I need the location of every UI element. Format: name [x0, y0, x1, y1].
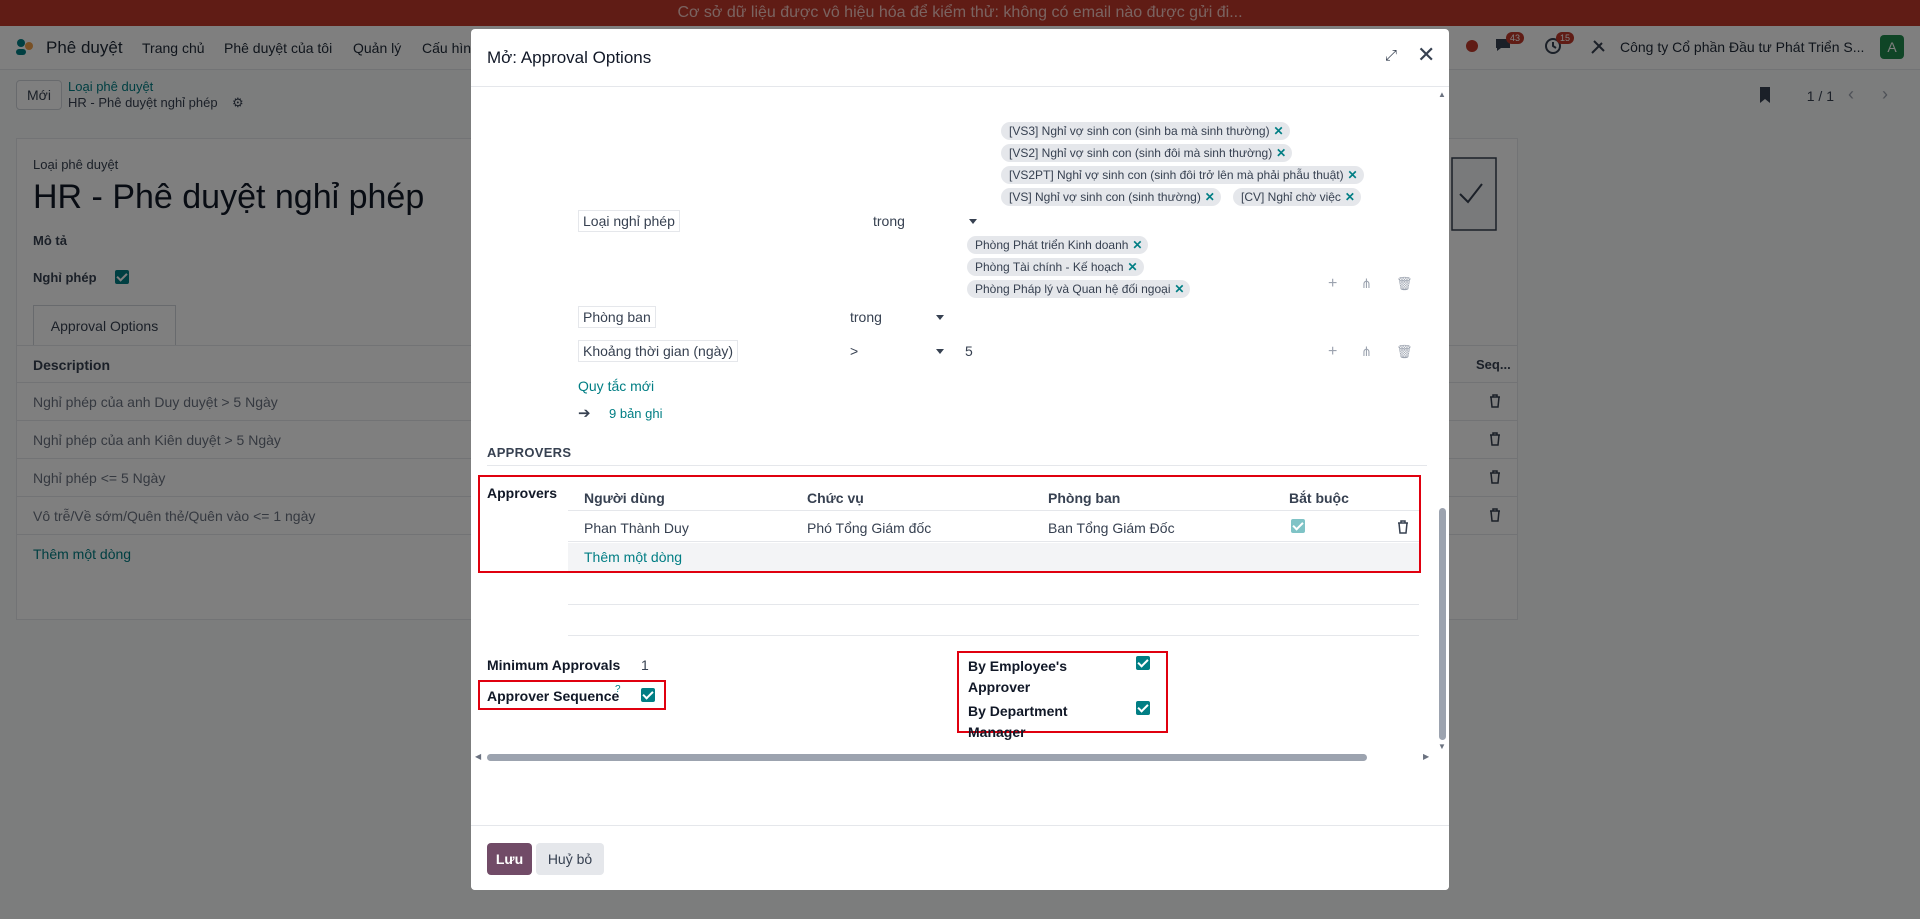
trash-icon[interactable] — [1397, 520, 1409, 534]
approvers-section-title: APPROVERS — [487, 445, 572, 460]
by-employee-approver-label: By Employee's Approver — [968, 656, 1067, 698]
remove-tag-icon[interactable]: ✕ — [1205, 188, 1215, 206]
dialog-body: [VS3] Nghỉ vợ sinh con (sinh ba mà sinh … — [471, 88, 1449, 851]
tag-label: [VS] Nghỉ vợ sinh con (sinh thường) — [1009, 190, 1201, 204]
new-rule-link[interactable]: Quy tắc mới — [578, 378, 654, 394]
vertical-scrollbar[interactable]: ▲ ▼ — [1438, 88, 1447, 778]
chevron-down-icon[interactable] — [969, 219, 977, 224]
tag-label: Phòng Pháp lý và Quan hệ đối ngoại — [975, 282, 1171, 296]
approver-position[interactable]: Phó Tổng Giám đốc — [807, 520, 931, 536]
tag-label: [VS2PT] Nghỉ vợ sinh con (sinh đôi trở l… — [1009, 168, 1344, 182]
trash-icon[interactable]: 🗑 — [1396, 344, 1413, 360]
remove-tag-icon[interactable]: ✕ — [1348, 166, 1358, 184]
arrow-right-icon: ➔ — [578, 405, 591, 422]
leave-type-tag[interactable]: [VS2] Nghỉ vợ sinh con (sinh đôi mà sinh… — [1001, 144, 1293, 162]
close-icon[interactable]: ✕ — [1417, 42, 1435, 68]
approver-sequence-checkbox[interactable] — [641, 688, 655, 702]
approvers-table-header: Người dùng Chức vụ Phòng ban Bắt buộc — [568, 479, 1419, 511]
rule-operator[interactable]: trong — [873, 213, 905, 229]
rule-field-leave-type[interactable]: Loại nghỉ phép — [578, 210, 680, 232]
leave-type-tag[interactable]: [VS2PT] Nghỉ vợ sinh con (sinh đôi trở l… — [1001, 166, 1364, 184]
remove-tag-icon[interactable]: ✕ — [1276, 144, 1286, 162]
scroll-down-icon[interactable]: ▼ — [1438, 742, 1446, 751]
scrollbar-thumb[interactable] — [487, 754, 1367, 761]
scrollbar-thumb[interactable] — [1439, 508, 1446, 740]
approvers-label: Approvers — [487, 485, 558, 501]
col-required[interactable]: Bắt buộc — [1289, 490, 1349, 506]
approver-department[interactable]: Ban Tổng Giám Đốc — [1048, 520, 1175, 536]
min-approvals-label: Minimum Approvals — [487, 657, 621, 673]
by-employee-approver-checkbox[interactable] — [1136, 656, 1150, 670]
add-line-link[interactable]: Thêm một dòng — [584, 549, 682, 565]
tag-label: [VS2] Nghỉ vợ sinh con (sinh đôi mà sinh… — [1009, 146, 1273, 160]
by-department-manager-checkbox[interactable] — [1136, 701, 1150, 715]
records-count-link[interactable]: 9 bản ghi — [609, 406, 663, 421]
required-checkbox[interactable] — [1291, 519, 1305, 533]
remove-tag-icon[interactable]: ✕ — [1345, 188, 1355, 206]
branch-icon[interactable]: ⋔ — [1361, 276, 1372, 292]
col-department[interactable]: Phòng ban — [1048, 490, 1120, 506]
chevron-down-icon[interactable] — [936, 349, 944, 354]
by-department-manager-label: By Department Manager — [968, 701, 1068, 743]
rule-value[interactable]: 5 — [965, 343, 973, 359]
add-rule-icon[interactable]: + — [1328, 276, 1337, 292]
label-line: By Department — [968, 703, 1068, 719]
approval-options-dialog: Mở: Approval Options ⤢ ✕ [VS3] Nghỉ vợ s… — [471, 29, 1449, 890]
table-row[interactable]: Phan Thành Duy Phó Tổng Giám đốc Ban Tổn… — [568, 511, 1419, 542]
tag-label: [VS3] Nghỉ vợ sinh con (sinh ba mà sinh … — [1009, 124, 1270, 138]
approver-sequence-label: Approver Sequence — [487, 688, 620, 704]
scroll-left-icon[interactable]: ◀ — [475, 752, 481, 761]
col-position[interactable]: Chức vụ — [807, 490, 864, 506]
cancel-button[interactable]: Huỷ bỏ — [536, 843, 604, 875]
tag-label: [CV] Nghỉ chờ việc — [1241, 190, 1341, 204]
add-approver-row[interactable]: Thêm một dòng — [568, 543, 1419, 571]
add-rule-icon[interactable]: + — [1328, 344, 1337, 360]
approver-user[interactable]: Phan Thành Duy — [584, 520, 689, 536]
leave-type-tag[interactable]: [VS] Nghỉ vợ sinh con (sinh thường) ✕ — [1001, 188, 1221, 206]
department-tag[interactable]: Phòng Pháp lý và Quan hệ đối ngoại ✕ — [967, 280, 1191, 298]
remove-tag-icon[interactable]: ✕ — [1174, 280, 1184, 298]
rule-field-duration[interactable]: Khoảng thời gian (ngày) — [578, 340, 739, 362]
tag-label: Phòng Phát triển Kinh doanh — [975, 238, 1129, 252]
department-tag[interactable]: Phòng Phát triển Kinh doanh ✕ — [967, 236, 1149, 254]
rule-operator[interactable]: > — [850, 343, 858, 359]
department-tag[interactable]: Phòng Tài chính - Kế hoạch ✕ — [967, 258, 1144, 276]
min-approvals-input[interactable]: 1 — [641, 657, 649, 673]
rule-field-department[interactable]: Phòng ban — [578, 306, 656, 328]
horizontal-scrollbar[interactable]: ◀ ▶ — [475, 752, 1435, 764]
save-button[interactable]: Lưu — [487, 843, 532, 875]
table-footer — [568, 604, 1419, 636]
trash-icon[interactable]: 🗑 — [1396, 276, 1413, 292]
scroll-up-icon[interactable]: ▲ — [1438, 90, 1446, 99]
col-user[interactable]: Người dùng — [584, 490, 665, 506]
leave-type-tag[interactable]: [VS3] Nghỉ vợ sinh con (sinh ba mà sinh … — [1001, 122, 1290, 140]
label-line: By Employee's — [968, 658, 1068, 674]
dialog-header: Mở: Approval Options ⤢ ✕ — [471, 29, 1449, 87]
leave-type-tag[interactable]: [CV] Nghỉ chờ việc ✕ — [1233, 188, 1361, 206]
remove-tag-icon[interactable]: ✕ — [1132, 236, 1142, 254]
label-line: Manager — [968, 724, 1026, 740]
expand-icon[interactable]: ⤢ — [1385, 47, 1397, 64]
dialog-footer: Lưu Huỷ bỏ — [471, 825, 1449, 890]
dialog-title: Mở: Approval Options — [487, 48, 652, 67]
section-divider — [487, 465, 1427, 466]
label-line: Approver — [968, 679, 1031, 695]
help-icon[interactable]: ? — [615, 684, 621, 695]
tag-label: Phòng Tài chính - Kế hoạch — [975, 260, 1124, 274]
scroll-right-icon[interactable]: ▶ — [1423, 752, 1429, 761]
branch-icon[interactable]: ⋔ — [1361, 344, 1372, 360]
chevron-down-icon[interactable] — [936, 315, 944, 320]
rule-operator[interactable]: trong — [850, 309, 882, 325]
remove-tag-icon[interactable]: ✕ — [1127, 258, 1137, 276]
remove-tag-icon[interactable]: ✕ — [1274, 122, 1284, 140]
